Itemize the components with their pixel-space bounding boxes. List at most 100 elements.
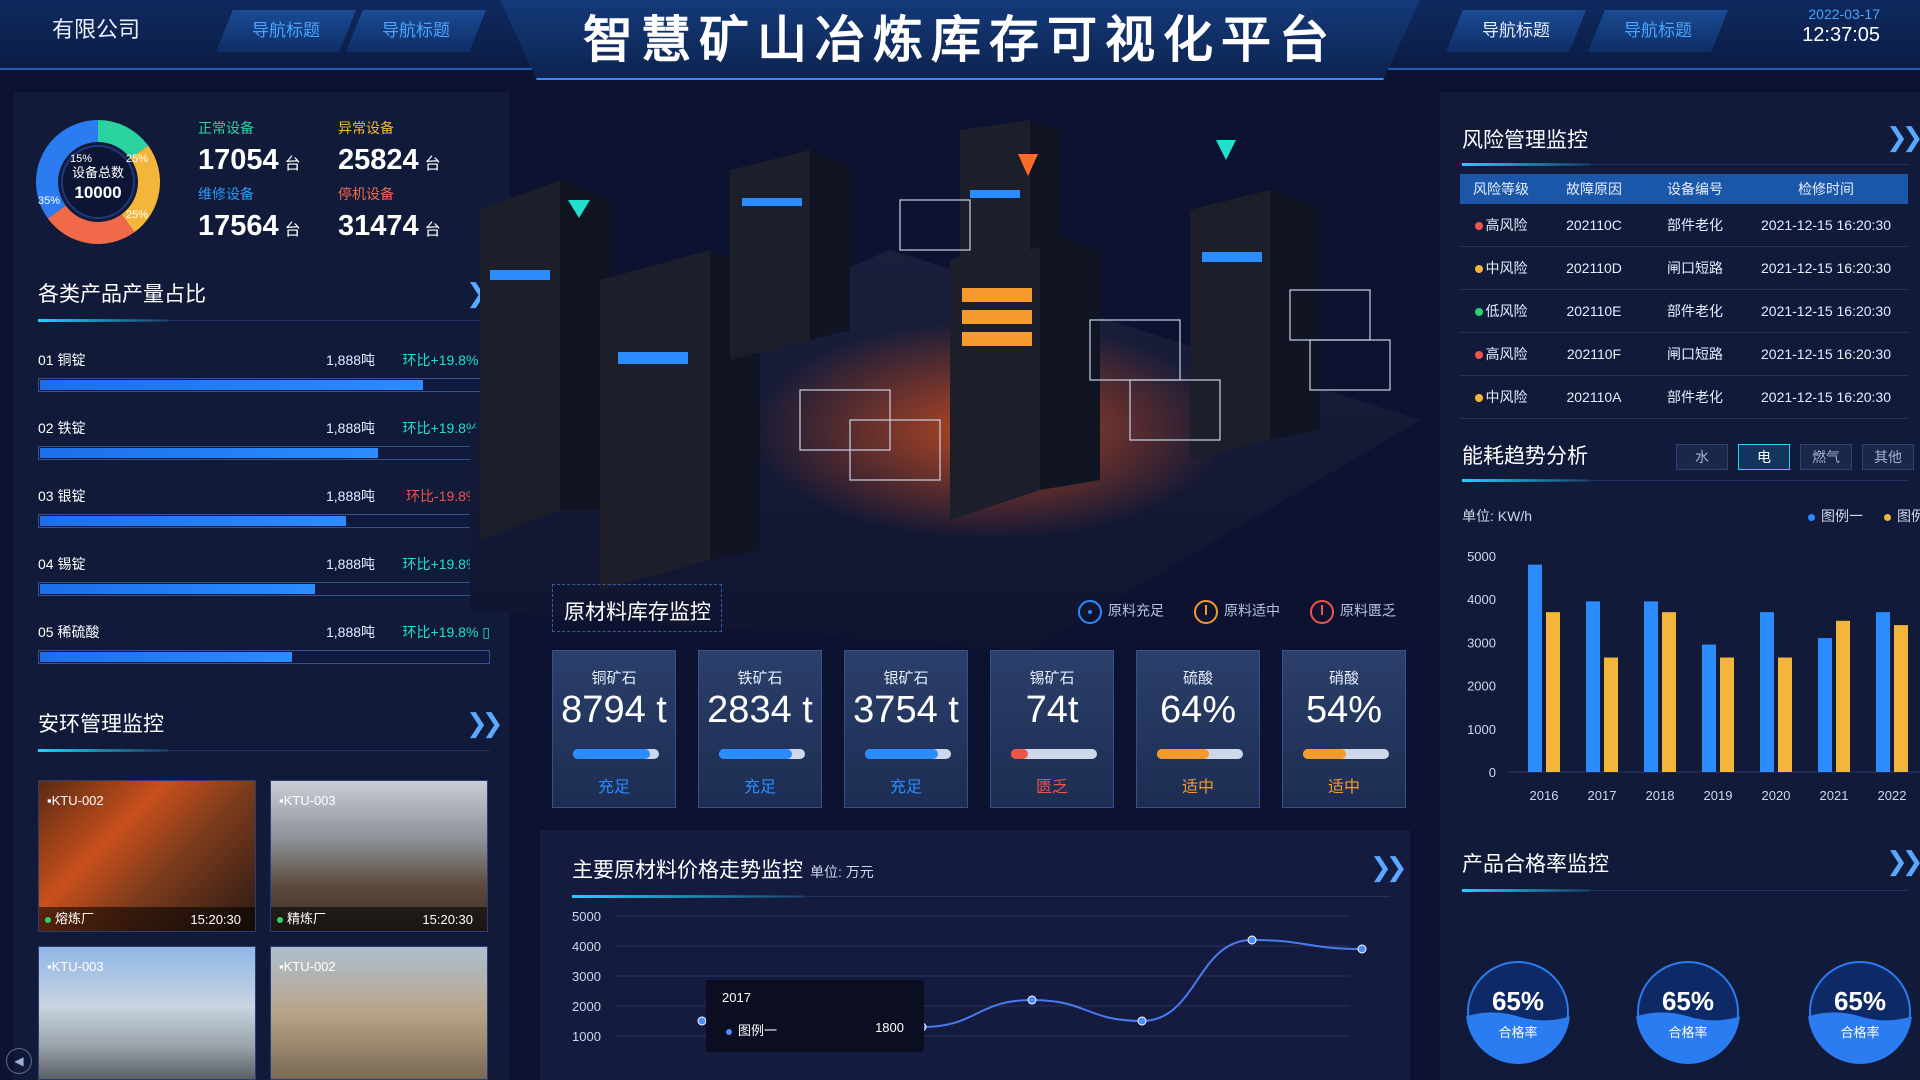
nav-tab-right-2[interactable]: 导航标题 (1588, 10, 1728, 52)
inventory-card[interactable]: 铜矿石 8794 t 充足 (552, 650, 676, 808)
marker-cyan (1216, 140, 1236, 160)
inventory-value: 74t (1025, 689, 1079, 731)
camera-tile[interactable]: ▪KTU-003 (38, 946, 256, 1080)
energy-bar (1894, 625, 1908, 772)
stopped-devices-label: 停机设备 (338, 186, 394, 202)
inventory-card[interactable]: 硝酸 54% 适中 (1282, 650, 1406, 808)
quality-value: 65% (1661, 986, 1715, 1016)
quality-gauge: 65% 合格率 (1636, 960, 1740, 1064)
risk-code: 202110D (1566, 260, 1622, 276)
device-total-value: 10000 (74, 183, 121, 202)
energy-bar (1644, 601, 1658, 772)
abnormal-devices-label: 异常设备 (338, 120, 394, 136)
risk-time: 2021-12-15 16:20:30 (1761, 389, 1891, 405)
price-title-underline (572, 895, 804, 898)
header: 有限公司 导航标题 导航标题 智慧矿山冶炼库存可视化平台 导航标题 导航标题 2… (0, 0, 1920, 82)
energy-tab-other[interactable]: 其他 (1862, 444, 1914, 470)
tower (480, 180, 610, 540)
legend-scarce-icon (1310, 600, 1334, 624)
product-name: 01 铜锭 (38, 352, 86, 368)
risk-level: 中风险 (1460, 376, 1542, 418)
inventory-level-fill (719, 749, 793, 759)
header-time: 12:37:05 (1802, 24, 1880, 46)
price-line-chart: 5000 4000 3000 2000 1000 (572, 909, 1367, 1050)
product-name: 03 银锭 (38, 488, 86, 504)
product-row: 05 稀硫酸 1,888吨 环比+19.8% ▯ (38, 622, 490, 678)
energy-x-tick: 2017 (1588, 788, 1617, 803)
quality-panel-title: 产品合格率监控 (1462, 853, 1609, 876)
energy-tab-water[interactable]: 水 (1676, 444, 1728, 470)
nav-tab-left-1[interactable]: 导航标题 (216, 10, 356, 52)
table-row[interactable]: 中风险 202110A 部件老化 2021-12-15 16:20:30 (1460, 376, 1908, 419)
nav-tab-left-2[interactable]: 导航标题 (346, 10, 486, 52)
donut-seg-label: 35% (38, 195, 60, 207)
table-row[interactable]: 低风险 202110E 部件老化 2021-12-15 16:20:30 (1460, 290, 1908, 333)
risk-level: 中风险 (1460, 247, 1542, 289)
risk-table-header: 风险等级 故障原因 设备编号 检修时间 (1460, 174, 1908, 204)
inventory-card[interactable]: 硫酸 64% 适中 (1136, 650, 1260, 808)
page-title: 智慧矿山冶炼库存可视化平台 (583, 11, 1337, 69)
risk-col-device: 设备编号 (1667, 181, 1723, 197)
table-row[interactable]: 高风险 202110F 闸口短路 2021-12-15 16:20:30 (1460, 333, 1908, 376)
energy-bar (1528, 564, 1542, 772)
inventory-level-fill (573, 749, 651, 759)
energy-bar (1760, 612, 1774, 772)
abnormal-devices-value: 25824 台 (338, 144, 441, 176)
price-more-icon[interactable]: ❯❯ (1370, 852, 1407, 883)
tooltip-value: 1800 (875, 1020, 904, 1035)
product-bar-track (38, 650, 490, 664)
inventory-status: 充足 (889, 779, 922, 796)
risk-more-icon[interactable]: ❯❯ (1886, 122, 1920, 153)
energy-legend-2: 图例 (1884, 506, 1920, 526)
energy-tab-electric[interactable]: 电 (1738, 444, 1790, 470)
inventory-card[interactable]: 锡矿石 74t 匮乏 (990, 650, 1114, 808)
donut-seg-label: 25% (126, 209, 148, 221)
risk-code: 202110E (1566, 303, 1622, 319)
nav-tab-right-1[interactable]: 导航标题 (1446, 10, 1586, 52)
energy-title-underline (1462, 479, 1590, 482)
donut-seg-label: 15% (70, 153, 92, 165)
inventory-card[interactable]: 银矿石 3754 t 充足 (844, 650, 968, 808)
energy-bar (1586, 601, 1600, 772)
normal-devices-label: 正常设备 (198, 120, 254, 136)
energy-x-tick: 2018 (1646, 788, 1675, 803)
camera-time: 15:20:30 (422, 912, 473, 927)
normal-devices-value: 17054 台 (198, 144, 301, 176)
product-name: 04 锡锭 (38, 556, 86, 572)
inventory-name: 银矿石 (883, 670, 929, 687)
camera-tile[interactable]: ▪KTU-003 精炼厂 15:20:30 (270, 780, 488, 932)
energy-x-tick: 2019 (1704, 788, 1733, 803)
energy-y-tick: 3000 (1467, 635, 1496, 650)
inventory-level-fill (1157, 749, 1209, 759)
tower (950, 230, 1100, 520)
energy-bar (1876, 612, 1890, 772)
chart-tooltip: 2017 图例一 1800 (706, 980, 924, 1052)
company-name: 有限公司 (52, 17, 141, 42)
energy-y-tick: 5000 (1467, 549, 1496, 564)
camera-tile[interactable]: ▪KTU-002 熔炼厂 15:20:30 (38, 780, 256, 932)
risk-level: 低风险 (1460, 290, 1542, 332)
safety-more-icon[interactable]: ❯❯ (466, 708, 503, 739)
tower (730, 150, 850, 360)
legend-scarce: 原料匮乏 (1310, 600, 1396, 624)
tooltip-series: 图例一 (726, 1020, 777, 1039)
inventory-value: 2834 t (707, 689, 813, 731)
inventory-status: 匮乏 (1035, 779, 1068, 796)
product-bar-fill (40, 448, 378, 458)
quality-title-underline (1462, 889, 1590, 892)
quality-more-icon[interactable]: ❯❯ (1886, 846, 1920, 877)
table-row[interactable]: 高风险 202110C 部件老化 2021-12-15 16:20:30 (1460, 204, 1908, 247)
product-row: 01 铜锭 1,888吨 环比+19.8% ▯ (38, 350, 490, 406)
scroll-left-icon[interactable]: ◀ (6, 1048, 32, 1074)
table-row[interactable]: 中风险 202110D 闸口短路 2021-12-15 16:20:30 (1460, 247, 1908, 290)
inventory-card[interactable]: 铁矿石 2834 t 充足 (698, 650, 822, 808)
quality-value: 65% (1491, 986, 1545, 1016)
energy-tab-gas[interactable]: 燃气 (1800, 444, 1852, 470)
price-point (1357, 944, 1367, 954)
price-y-tick: 3000 (572, 969, 601, 984)
camera-tile[interactable]: ▪KTU-002 (270, 946, 488, 1080)
energy-unit: 单位: KW/h (1462, 508, 1533, 524)
energy-y-tick: 0 (1489, 765, 1496, 780)
risk-col-time: 检修时间 (1798, 181, 1854, 197)
inventory-name: 硝酸 (1328, 670, 1359, 687)
